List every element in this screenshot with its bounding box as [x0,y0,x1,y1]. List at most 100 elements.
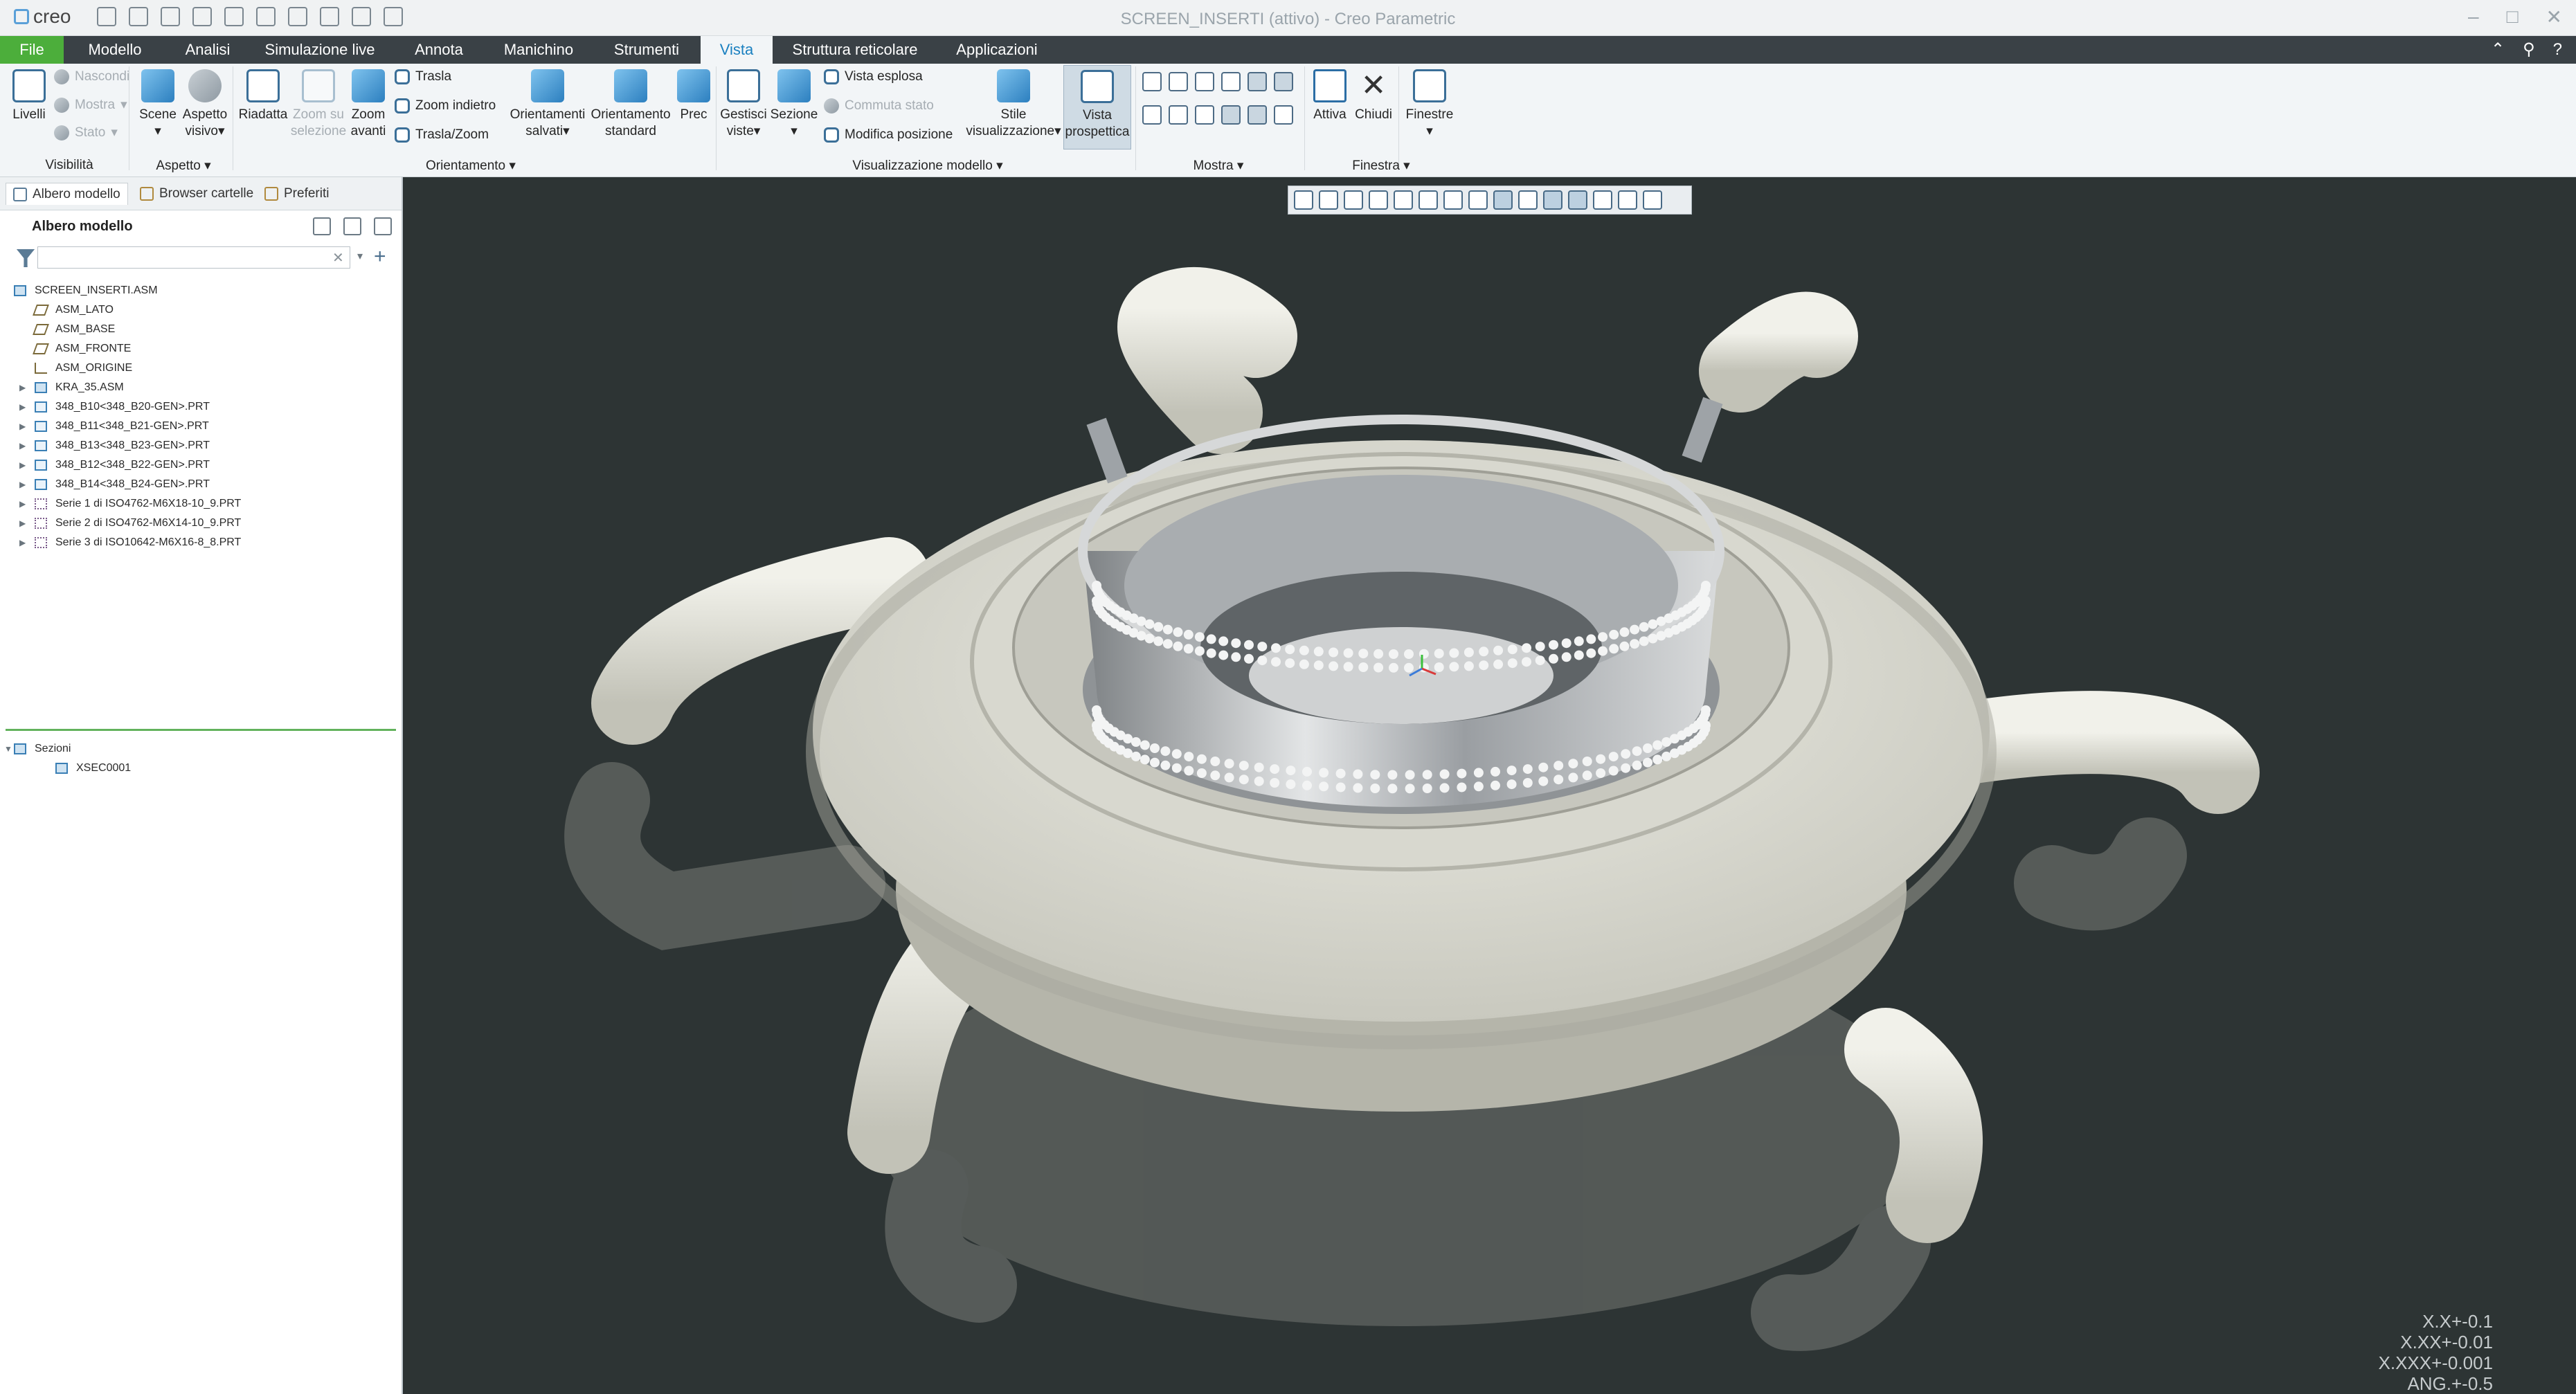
scene-button[interactable]: Scene ▾ [136,69,180,140]
zoom-out-icon[interactable] [1344,190,1363,210]
axis-display-icon[interactable] [1518,190,1538,210]
search-icon[interactable]: ⚲ [2523,36,2535,64]
repaint-icon[interactable] [1369,190,1388,210]
tab-struttura-reticolare[interactable]: Struttura reticolare [782,36,928,64]
prec-button[interactable]: Prec [676,69,712,123]
tree-item[interactable]: ▶ Serie 3 di ISO10642-M6X16-8_8.PRT [0,533,403,552]
tab-file[interactable]: File [0,36,64,64]
spin-center-icon[interactable] [1248,105,1267,125]
expand-arrow-icon[interactable]: ▶ [19,475,29,494]
expand-arrow-icon[interactable]: ▶ [19,533,29,552]
zoom-avanti-button[interactable]: Zoom avanti [349,69,388,140]
zoom-indietro-button[interactable]: Zoom indietro [395,98,496,114]
mostra-button[interactable]: Mostra ▾ [54,97,127,113]
tab-manichino[interactable]: Manichino [490,36,587,64]
view-manager-icon[interactable] [1468,190,1488,210]
tab-analisi[interactable]: Analisi [170,36,245,64]
3d-model-render[interactable] [404,177,2576,1394]
spin-center-icon[interactable] [1593,190,1612,210]
commuta-stato-button[interactable]: Commuta stato [824,98,934,114]
display-style-icon[interactable] [1418,190,1438,210]
csys-tag-icon[interactable] [1221,105,1241,125]
tab-albero-modello[interactable]: Albero modello [6,183,128,205]
tree-columns-icon[interactable] [343,217,361,235]
csys-display-icon[interactable] [1568,190,1587,210]
tree-search-input[interactable] [37,246,350,269]
tree-item[interactable]: ▶ 348_B10<348_B20-GEN>.PRT [0,397,403,417]
tree-item[interactable]: ▶ 348_B13<348_B23-GEN>.PRT [0,436,403,455]
tab-preferiti[interactable]: Preferiti [258,183,336,205]
clear-search-icon[interactable]: ✕ [332,249,344,266]
nascondi-button[interactable]: Nascondi [54,69,129,84]
search-dropdown-icon[interactable]: ▾ [357,249,363,263]
annotation-display-icon[interactable] [1248,72,1267,91]
expand-arrow-icon[interactable]: ▶ [19,436,29,455]
tab-modello[interactable]: Modello [72,36,158,64]
graphics-viewport[interactable]: X.X+-0.1 X.XX+-0.01 X.XXX+-0.001 ANG.+-0… [404,177,2576,1394]
csys-display-icon[interactable] [1221,72,1241,91]
expand-arrow-icon[interactable]: ▼ [4,739,14,759]
vista-esplosa-button[interactable]: Vista esplosa [824,69,923,84]
tree-item[interactable]: ▶ 348_B14<348_B24-GEN>.PRT [0,475,403,494]
tree-item[interactable]: SCREEN_INSERTI.ASM [0,281,403,300]
stile-visualizzazione-button[interactable]: Stile visualizzazione▾ [958,69,1069,140]
close-icon[interactable]: ✕ [2546,6,2562,28]
point-display-icon[interactable] [1543,190,1562,210]
attiva-button[interactable]: Attiva [1308,69,1351,123]
axis-display-icon[interactable] [1169,72,1188,91]
tab-simulazione-live[interactable]: Simulazione live [258,36,382,64]
tree-item[interactable]: ▶ KRA_35.ASM [0,378,403,397]
point-tag-icon[interactable] [1195,105,1214,125]
group-visualizzazione-modello[interactable]: Visualizzazione modello ▾ [831,158,1025,174]
annotation-display-icon[interactable] [1618,190,1637,210]
riadatta-button[interactable]: Riadatta [238,69,288,123]
plane-display-icon[interactable] [1493,190,1513,210]
sketch-icon[interactable] [1274,105,1293,125]
maximize-icon[interactable]: □ [2507,6,2519,28]
tree-item[interactable]: XSEC0001 [0,759,403,778]
pause-icon[interactable] [1643,190,1662,210]
tree-item[interactable]: ▶ Serie 2 di ISO4762-M6X14-10_9.PRT [0,514,403,533]
group-aspetto[interactable]: Aspetto ▾ [145,158,222,174]
collapse-ribbon-icon[interactable]: ⌃ [2491,36,2505,64]
group-finestra[interactable]: Finestra ▾ [1336,158,1426,174]
sezione-button[interactable]: Sezione ▾ [770,69,818,140]
perspective-icon[interactable] [1394,190,1413,210]
tab-browser-cartelle[interactable]: Browser cartelle [133,183,260,205]
plane-tag-icon[interactable] [1142,105,1162,125]
tab-annota[interactable]: Annota [397,36,480,64]
modifica-posizione-button[interactable]: Modifica posizione [824,127,953,143]
livelli-button[interactable]: Livelli [10,69,48,123]
orientamento-standard-button[interactable]: Orientamento standard [590,69,672,140]
tree-item[interactable]: ▼ Sezioni [0,739,403,759]
tab-applicazioni[interactable]: Applicazioni [942,36,1052,64]
group-mostra[interactable]: Mostra ▾ [1177,158,1260,174]
add-item-icon[interactable]: + [374,245,386,269]
expand-arrow-icon[interactable]: ▶ [19,494,29,514]
zoom-in-icon[interactable] [1319,190,1338,210]
filter-icon[interactable] [17,249,35,267]
group-orientamento[interactable]: Orientamento ▾ [415,158,526,174]
orientamenti-salvati-button[interactable]: Orientamenti salvati▾ [510,69,586,140]
expand-arrow-icon[interactable]: ▶ [19,397,29,417]
saved-orientations-icon[interactable] [1443,190,1463,210]
finestre-button[interactable]: Finestre ▾ [1405,69,1454,140]
expand-arrow-icon[interactable]: ▶ [19,378,29,397]
vista-prospettica-button[interactable]: Vista prospettica [1063,65,1131,150]
tree-item[interactable]: ASM_FRONTE [0,339,403,359]
tree-settings-icon[interactable] [313,217,331,235]
plane-display-icon[interactable] [1142,72,1162,91]
point-display-icon[interactable] [1195,72,1214,91]
expand-arrow-icon[interactable]: ▶ [19,417,29,436]
trasla-zoom-button[interactable]: Trasla/Zoom [395,127,489,143]
zoom-su-selezione-button[interactable]: Zoom su selezione [289,69,348,140]
minimize-icon[interactable]: – [2468,6,2479,28]
help-icon[interactable]: ? [2553,36,2562,64]
tab-strumenti[interactable]: Strumenti [600,36,694,64]
stato-button[interactable]: Stato ▾ [54,125,118,141]
tree-item[interactable]: ASM_BASE [0,320,403,339]
tab-vista[interactable]: Vista [701,36,773,64]
expand-arrow-icon[interactable]: ▶ [19,514,29,533]
tree-filter-icon[interactable] [374,217,392,235]
aspetto-visivo-button[interactable]: Aspetto visivo▾ [181,69,228,140]
